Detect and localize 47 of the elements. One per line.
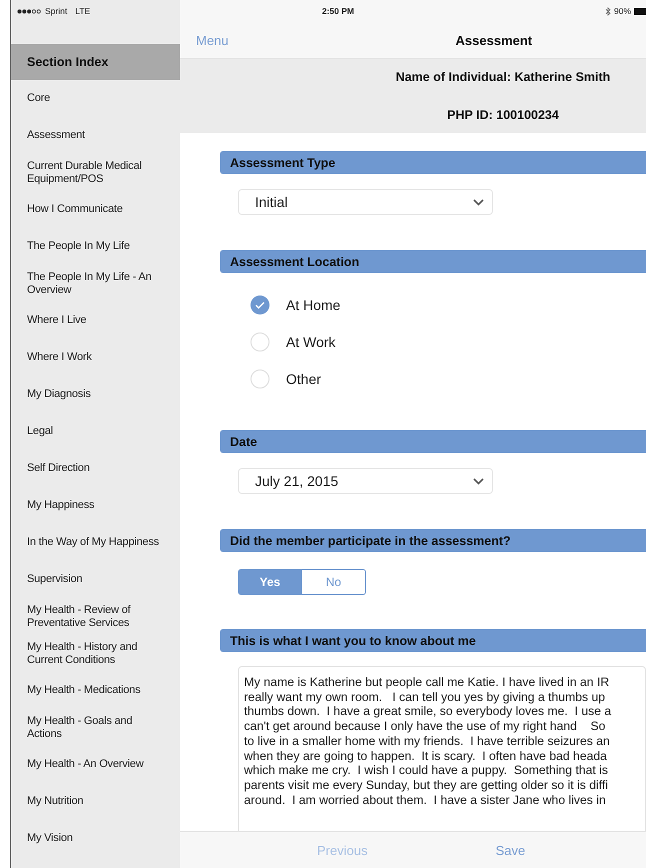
radio-label: At Work <box>286 334 336 350</box>
status-time: 2:50 PM <box>322 6 354 16</box>
radio-unchecked-icon[interactable] <box>250 332 270 352</box>
sidebar-item[interactable]: My Health - Review of Preventative Services <box>27 604 166 630</box>
sidebar-item[interactable]: My Diagnosis <box>27 388 91 401</box>
carrier-name: Sprint <box>45 6 68 16</box>
radio-label: At Home <box>286 297 340 313</box>
radio-label: Other <box>286 371 322 387</box>
battery-icon <box>634 8 646 14</box>
sidebar-item[interactable]: The People In My Life <box>27 240 130 253</box>
sidebar-item[interactable]: Core <box>27 92 50 105</box>
section-header: Date <box>220 430 646 453</box>
section-header: Did the member participate in the assessment? <box>220 529 646 552</box>
sidebar-item[interactable]: Self Direction <box>27 462 90 475</box>
sidebar-item[interactable]: My Health - Goals and Actions <box>27 714 166 740</box>
individual-name: Name of Individual: Katherine Smith <box>396 70 610 84</box>
chevron-down-icon <box>473 478 484 484</box>
sidebar-item[interactable]: My Health - An Overview <box>27 758 144 771</box>
network-type: LTE <box>75 6 90 16</box>
dropdown-field[interactable]: July 21, 2015 <box>238 468 493 494</box>
radio-unchecked-icon[interactable] <box>250 369 270 389</box>
sidebar-item[interactable]: My Nutrition <box>27 795 84 808</box>
bluetooth-icon <box>604 6 611 16</box>
signal-icon <box>17 8 41 14</box>
sidebar-item[interactable]: Assessment <box>27 129 85 142</box>
sidebar-item[interactable]: In the Way of My Happiness <box>27 536 159 549</box>
sidebar-item[interactable]: The People In My Life - An Overview <box>27 270 166 296</box>
section-header: Assessment Type <box>220 151 646 174</box>
sidebar-title: Section Index <box>11 44 180 80</box>
section-header: Assessment Location <box>220 250 646 273</box>
section-header: This is what I want you to know about me <box>220 629 646 652</box>
sidebar-item[interactable]: Where I Live <box>27 314 86 327</box>
sidebar-item[interactable]: My Health - History and Current Conditions <box>27 640 166 666</box>
sidebar-item[interactable]: Supervision <box>27 573 82 586</box>
page-title: Assessment <box>456 32 532 48</box>
radio-checked-icon[interactable] <box>250 295 270 315</box>
sidebar-item[interactable]: My Health - Medications <box>27 684 140 697</box>
dropdown-field[interactable]: Initial <box>238 189 493 215</box>
chevron-down-icon <box>473 198 484 206</box>
sidebar-item[interactable]: Legal <box>27 425 53 438</box>
battery-percent: 90% <box>614 6 631 16</box>
sidebar-item[interactable]: How I Communicate <box>27 203 123 216</box>
php-id: PHP ID: 100100234 <box>447 108 559 122</box>
sidebar-item[interactable]: Current Durable Medical Equipment/POS <box>27 160 166 186</box>
sidebar-item[interactable]: My Vision <box>27 832 73 845</box>
sidebar-item[interactable]: Where I Work <box>27 351 92 364</box>
sidebar-item[interactable]: My Happiness <box>27 499 94 512</box>
